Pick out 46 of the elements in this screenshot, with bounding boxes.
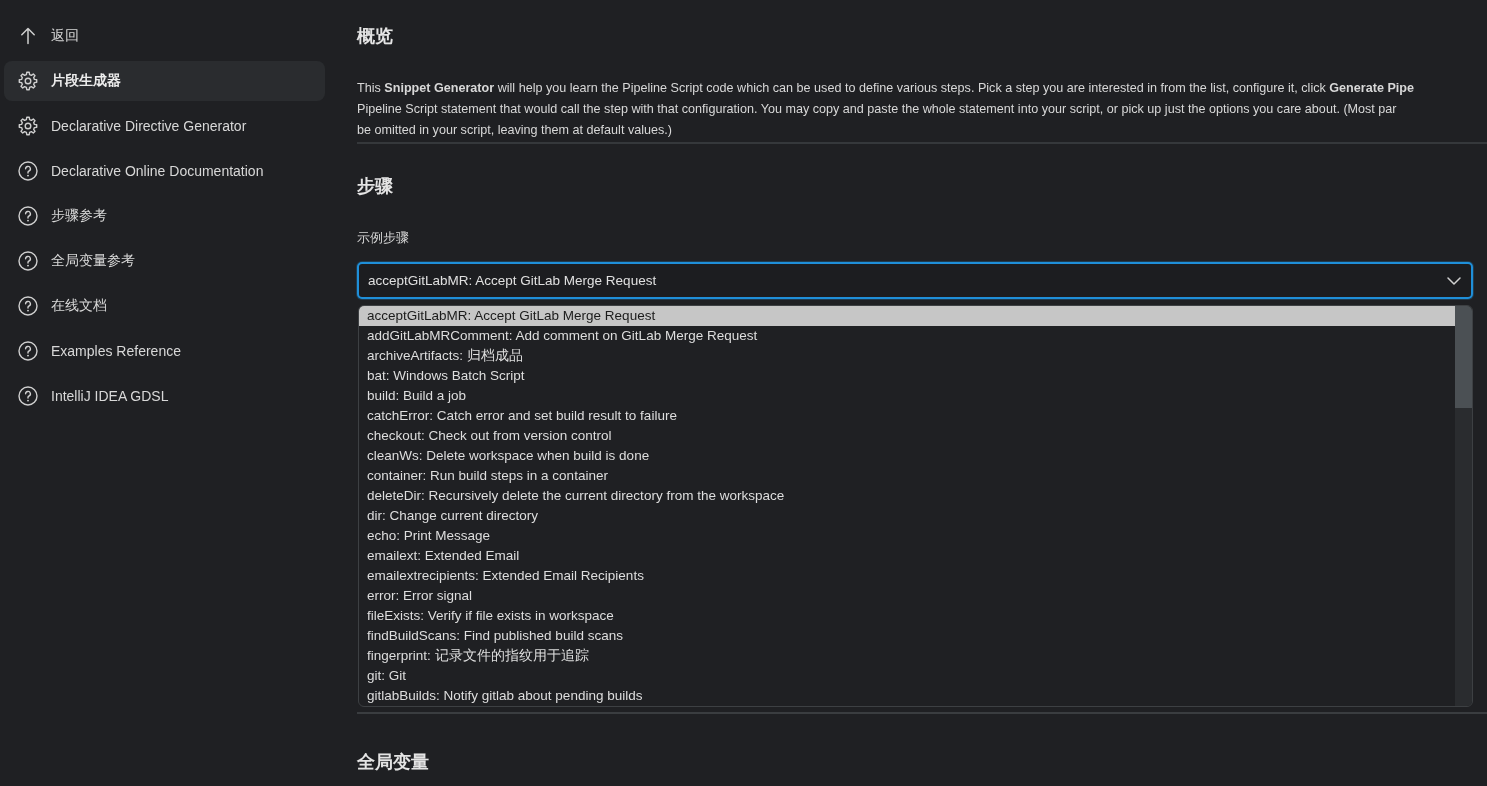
help-icon — [18, 386, 38, 406]
section-heading: 全局变量 — [357, 751, 430, 774]
dropdown-option[interactable]: deleteDir: Recursively delete the current directory from the workspace — [359, 486, 1455, 506]
help-icon — [18, 206, 38, 226]
intro-paragraph: This Snippet Generator will help you learn the Pipeline Script code which can be used to define various steps. Pick a step you are interested in from the list, configure it, click Generate Pipe Pipeline Script statement that would call the step with that configuration. You may copy and paste the whole statement into your script, or pick up just the options you care about. (Most par be omitted in your script, leaving them at default values.) — [357, 80, 1415, 139]
dropdown-option[interactable]: dir: Change current directory — [359, 506, 1455, 526]
gear-icon — [18, 71, 38, 91]
dropdown-option[interactable]: fingerprint: 记录文件的指纹用于追踪 — [359, 646, 1455, 666]
dropdown-option[interactable]: echo: Print Message — [359, 526, 1455, 546]
sidebar-link[interactable]: IntelliJ IDEA GDSL — [4, 376, 325, 416]
dropdown-option[interactable]: archiveArtifacts: 归档成品 — [359, 346, 1455, 366]
dropdown-option[interactable]: emailextrecipients: Extended Email Recipients — [359, 566, 1455, 586]
sidebar-link[interactable]: 全局变量参考 — [4, 241, 325, 281]
step-select[interactable]: acceptGitLabMR: Accept GitLab Merge Request — [357, 262, 1473, 299]
dropdown-option[interactable]: catchError: Catch error and set build result to failure — [359, 406, 1455, 426]
section-heading: 概览 — [357, 25, 394, 48]
dropdown-option[interactable]: build: Build a job — [359, 386, 1455, 406]
dropdown-option[interactable]: gitlabBuilds: Notify gitlab about pending builds — [359, 686, 1455, 706]
dropdown-option[interactable]: findBuildScans: Find published build scans — [359, 626, 1455, 646]
help-icon — [18, 296, 38, 316]
arrow-up-icon — [18, 26, 38, 46]
scrollbar[interactable] — [1455, 306, 1472, 706]
gear-icon — [18, 116, 38, 136]
dropdown-option[interactable]: cleanWs: Delete workspace when build is done — [359, 446, 1455, 466]
dropdown-option[interactable]: fileExists: Verify if file exists in workspace — [359, 606, 1455, 626]
dropdown-option[interactable]: checkout: Check out from version control — [359, 426, 1455, 446]
dropdown-option[interactable]: acceptGitLabMR: Accept GitLab Merge Request — [359, 306, 1455, 326]
sidebar-link[interactable]: Examples Reference — [4, 331, 325, 371]
help-icon — [18, 251, 38, 271]
dropdown-option[interactable]: error: Error signal — [359, 586, 1455, 606]
dropdown-option[interactable]: git: Git — [359, 666, 1455, 686]
chevron-down-icon — [1447, 276, 1461, 285]
help-icon — [18, 341, 38, 361]
sidebar-link[interactable]: Declarative Online Documentation — [4, 151, 325, 191]
sidebar-link[interactable]: 在线文档 — [4, 286, 325, 326]
field-label: 示例步骤 — [357, 229, 410, 247]
dropdown-option[interactable]: emailext: Extended Email — [359, 546, 1455, 566]
dropdown-option[interactable]: container: Run build steps in a container — [359, 466, 1455, 486]
sidebar-link[interactable]: 片段生成器 — [4, 61, 325, 101]
dropdown-option[interactable]: bat: Windows Batch Script — [359, 366, 1455, 386]
sidebar-link[interactable]: 步骤参考 — [4, 196, 325, 236]
sidebar-link[interactable]: Declarative Directive Generator — [4, 106, 325, 146]
section-heading: 步骤 — [357, 175, 394, 198]
help-icon — [18, 161, 38, 181]
dropdown-option[interactable]: addGitLabMRComment: Add comment on GitLab Merge Request — [359, 326, 1455, 346]
sidebar-link[interactable]: 返回 — [4, 16, 325, 56]
